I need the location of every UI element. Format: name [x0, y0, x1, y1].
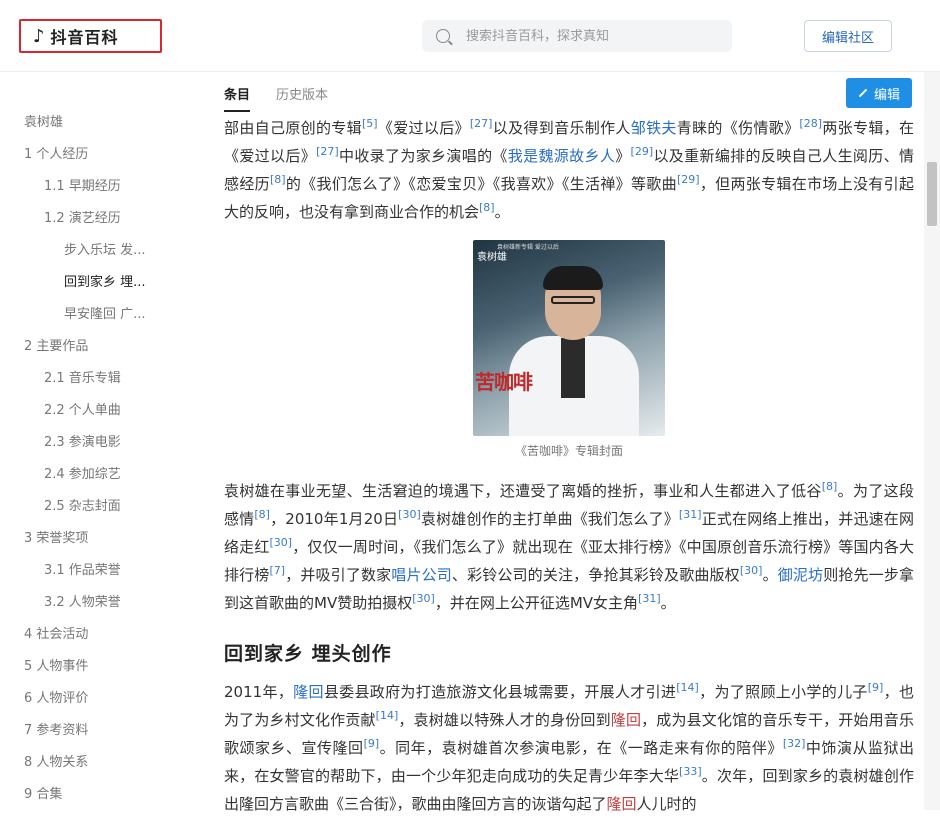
place-link[interactable]: 隆回: [607, 795, 637, 813]
toc-item[interactable]: 2.2 个人单曲: [0, 392, 195, 424]
cover-title: 苦咖啡: [475, 370, 533, 394]
logo[interactable]: ♪ 抖音百科: [19, 19, 162, 53]
douyin-logo-icon: ♪: [33, 25, 45, 47]
citation[interactable]: [5]: [362, 117, 378, 130]
toc-item[interactable]: 8 人物关系: [0, 744, 195, 776]
citation[interactable]: [8]: [270, 173, 286, 186]
album-cover-image[interactable]: 袁树雄新专辑 爱过以后 袁树雄 苦咖啡: [473, 240, 665, 436]
tab-history[interactable]: 历史版本: [276, 84, 328, 112]
citation[interactable]: [27]: [470, 117, 493, 130]
citation[interactable]: [31]: [638, 592, 661, 605]
citation[interactable]: [30]: [412, 592, 435, 605]
table-of-contents: 袁树雄 1 个人经历 1.1 早期经历 1.2 演艺经历 步入乐坛 发... 回到家乡 埋…: [0, 104, 195, 808]
toc-item[interactable]: 早安隆回 广...: [0, 296, 195, 328]
scrollbar[interactable]: [924, 72, 940, 810]
citation[interactable]: [33]: [679, 765, 702, 778]
place-link[interactable]: 隆回: [293, 683, 324, 701]
toc-item[interactable]: 回到家乡 埋...: [0, 264, 195, 296]
album-figure: 袁树雄新专辑 爱过以后 袁树雄 苦咖啡 《苦咖啡》专辑封面: [473, 240, 665, 459]
toc-item[interactable]: 1 个人经历: [0, 136, 195, 168]
figure-caption: 《苦咖啡》专辑封面: [514, 444, 623, 458]
citation[interactable]: [7]: [269, 564, 285, 577]
edit-button[interactable]: 编辑: [846, 78, 912, 108]
citation[interactable]: [29]: [631, 145, 654, 158]
citation[interactable]: [28]: [799, 117, 822, 130]
citation[interactable]: [8]: [479, 201, 495, 214]
toc-item[interactable]: 3.2 人物荣誉: [0, 584, 195, 616]
citation[interactable]: [9]: [364, 737, 380, 750]
toc-item[interactable]: 袁树雄: [0, 104, 195, 136]
pen-icon: [858, 88, 868, 98]
logo-text: 抖音百科: [50, 28, 119, 47]
toc-item[interactable]: 3 荣誉奖项: [0, 520, 195, 552]
citation[interactable]: [27]: [316, 145, 339, 158]
toc-item[interactable]: 1.1 早期经历: [0, 168, 195, 200]
paragraph-1: 部由自己原创的专辑[5]《爱过以后》[27]以及得到音乐制作人邹铁夫青睐的《伤情…: [224, 117, 914, 221]
citation[interactable]: [31]: [679, 508, 702, 521]
tab-entry[interactable]: 条目: [224, 84, 251, 112]
community-button[interactable]: 编辑社区: [804, 20, 892, 52]
citation[interactable]: [30]: [398, 508, 421, 521]
toc-item[interactable]: 2 主要作品: [0, 328, 195, 360]
citation[interactable]: [8]: [254, 508, 270, 521]
citation[interactable]: [14]: [376, 709, 399, 722]
toc-item[interactable]: 1.2 演艺经历: [0, 200, 195, 232]
toc-item[interactable]: 4 社会活动: [0, 616, 195, 648]
toc-item[interactable]: 2.5 杂志封面: [0, 488, 195, 520]
citation[interactable]: [32]: [783, 737, 806, 750]
section-heading: 回到家乡 埋头创作: [224, 643, 392, 665]
search-icon: [436, 29, 450, 43]
paragraph-3: 2011年，隆回县委县政府为打造旅游文化县城需要，开展人才引进[14]，为了照顾…: [224, 681, 914, 813]
toc-item[interactable]: 7 参考资料: [0, 712, 195, 744]
citation[interactable]: [30]: [270, 536, 293, 549]
person-link[interactable]: 邹铁夫: [631, 119, 677, 137]
article-body: 部由自己原创的专辑[5]《爱过以后》[27]以及得到音乐制作人邹铁夫青睐的《伤情…: [224, 114, 914, 818]
top-bar: ♪ 抖音百科 编辑社区: [0, 0, 940, 72]
brand-link[interactable]: 御泥坊: [778, 566, 823, 584]
record-company-link[interactable]: 唱片公司: [391, 566, 452, 584]
citation[interactable]: [9]: [868, 681, 884, 694]
toc-item[interactable]: 6 人物评价: [0, 680, 195, 712]
search-box[interactable]: [422, 20, 732, 52]
toc-item[interactable]: 2.3 参演电影: [0, 424, 195, 456]
scrollbar-thumb[interactable]: [927, 162, 937, 226]
song-link[interactable]: 我是魏源故乡人: [508, 147, 615, 165]
toc-item[interactable]: 9 合集: [0, 776, 195, 808]
citation[interactable]: [8]: [822, 480, 838, 493]
article-tabs: 条目 历史版本: [224, 84, 354, 112]
toc-item[interactable]: 2.4 参加综艺: [0, 456, 195, 488]
search-input[interactable]: [466, 28, 706, 44]
cover-artist-name: 袁树雄: [477, 252, 507, 263]
citation[interactable]: [29]: [677, 173, 700, 186]
citation[interactable]: [30]: [740, 564, 763, 577]
citation[interactable]: [14]: [676, 681, 699, 694]
toc-item[interactable]: 3.1 作品荣誉: [0, 552, 195, 584]
place-link[interactable]: 隆回: [611, 711, 641, 729]
toc-item[interactable]: 步入乐坛 发...: [0, 232, 195, 264]
toc-item[interactable]: 2.1 音乐专辑: [0, 360, 195, 392]
paragraph-2: 袁树雄在事业无望、生活窘迫的境遇下，还遭受了离婚的挫折，事业和人生都进入了低谷[…: [224, 480, 914, 612]
toc-item[interactable]: 5 人物事件: [0, 648, 195, 680]
edit-button-label: 编辑: [873, 87, 900, 103]
